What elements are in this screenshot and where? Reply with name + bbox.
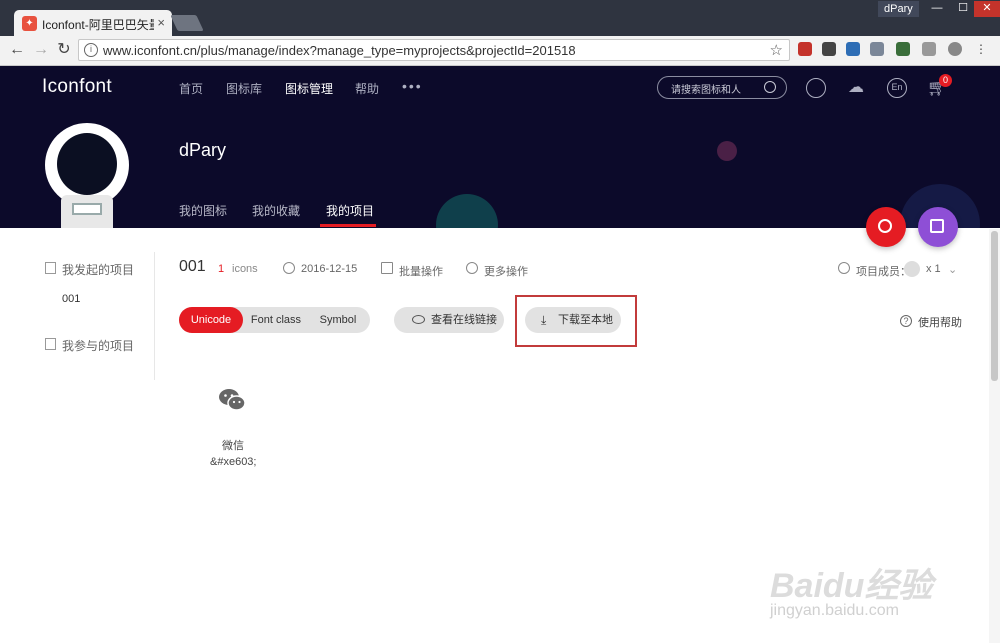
wechat-icon[interactable] [218, 386, 246, 414]
decorative-planet [717, 141, 737, 161]
tab-my-icons[interactable]: 我的图标 [179, 202, 227, 219]
new-tab-button[interactable] [170, 15, 204, 31]
browser-menu-icon[interactable]: ⋮ [974, 42, 988, 56]
nav-icon-library[interactable]: 图标库 [226, 80, 262, 97]
project-list-icon [45, 262, 56, 274]
reload-icon[interactable]: ↻ [55, 41, 73, 59]
members-count: x 1 [926, 263, 941, 275]
project-name: 001 [179, 258, 206, 275]
sidebar-divider [154, 252, 155, 380]
project-icon-count: 1 [218, 263, 225, 275]
extension-icon[interactable] [896, 42, 910, 56]
search-icon[interactable] [764, 81, 776, 93]
help-link[interactable]: 使用帮助 [918, 314, 962, 330]
eye-icon [412, 315, 425, 324]
extension-icon[interactable] [846, 42, 860, 56]
floating-new-project-button[interactable] [918, 207, 958, 247]
highlight-annotation-box [515, 295, 637, 347]
tab-title: Iconfont-阿里巴巴矢量图 [42, 18, 154, 32]
page-scrollbar[interactable] [989, 229, 1000, 643]
segment-unicode[interactable]: Unicode [179, 307, 243, 333]
project-icon-unit: icons [232, 263, 258, 275]
sidebar-started-projects[interactable]: 我发起的项目 [62, 261, 134, 278]
project-list-icon [45, 338, 56, 350]
close-icon[interactable]: ✕ [974, 1, 1000, 17]
language-switch[interactable]: En [887, 78, 907, 98]
upload-cloud-icon[interactable]: ☁ [846, 78, 866, 98]
tab-my-projects[interactable]: 我的项目 [326, 202, 374, 219]
maximize-icon[interactable]: ☐ [950, 1, 976, 17]
code-type-switch: Unicode Font class Symbol [179, 307, 370, 333]
site-search-input[interactable]: 请搜索图标和人 [657, 76, 787, 99]
tab-my-favorites[interactable]: 我的收藏 [252, 202, 300, 219]
extension-icon[interactable] [922, 42, 936, 56]
cart-count-badge: 0 [939, 74, 952, 87]
search-placeholder: 请搜索图标和人 [671, 85, 741, 96]
clock-icon [283, 262, 295, 274]
search-icon [878, 219, 892, 233]
segment-font-class[interactable]: Font class [245, 307, 307, 333]
view-online-label: 查看在线链接 [431, 314, 497, 326]
address-url[interactable]: www.iconfont.cn/plus/manage/index?manage… [103, 43, 576, 58]
bookmark-star-icon[interactable]: ☆ [770, 41, 783, 59]
extension-icon[interactable] [798, 42, 812, 56]
add-folder-icon [930, 219, 944, 233]
more-nav-icon[interactable]: ••• [402, 78, 423, 94]
extension-icon[interactable] [870, 42, 884, 56]
nav-icon-manage[interactable]: 图标管理 [285, 80, 333, 97]
watermark-text: Baidu经验 [770, 567, 933, 605]
view-online-link-button[interactable]: 查看在线链接 [394, 307, 504, 333]
avatar-body [61, 195, 113, 228]
icon-name: 微信 [222, 440, 244, 452]
more-icon [466, 262, 478, 274]
tab-close-icon[interactable]: × [157, 15, 165, 30]
site-logo[interactable]: Iconfont [42, 76, 112, 98]
watermark-url: jingyan.baidu.com [770, 602, 899, 619]
extension-icon[interactable] [948, 42, 962, 56]
batch-icon [381, 262, 393, 274]
forward-icon[interactable]: → [32, 41, 50, 59]
sidebar-joined-projects[interactable]: 我参与的项目 [62, 337, 134, 354]
help-icon: ? [900, 315, 912, 327]
more-ops-button[interactable]: 更多操作 [484, 263, 528, 279]
avatar-visor [57, 133, 117, 195]
browser-profile-badge[interactable]: dPary [878, 1, 919, 17]
extension-icon[interactable] [822, 42, 836, 56]
nav-help[interactable]: 帮助 [355, 80, 379, 97]
scrollbar-thumb[interactable] [991, 231, 998, 381]
members-label: 项目成员： [856, 266, 911, 278]
avatar-chest-panel [72, 203, 102, 215]
member-avatar[interactable] [904, 261, 920, 277]
github-icon[interactable] [806, 78, 826, 98]
icon-code: &#xe603; [210, 456, 257, 468]
minimize-icon[interactable]: — [924, 1, 950, 17]
batch-ops-button[interactable]: 批量操作 [399, 263, 443, 279]
browser-tab[interactable]: ✦ Iconfont-阿里巴巴矢量图 × [14, 10, 172, 37]
site-info-icon[interactable]: i [84, 43, 98, 57]
segment-symbol[interactable]: Symbol [309, 307, 367, 333]
back-icon[interactable]: ← [8, 41, 26, 59]
project-date: 2016-12-15 [301, 263, 358, 275]
chevron-down-icon[interactable]: ⌄ [948, 263, 957, 276]
profile-username: dPary [179, 140, 227, 160]
nav-home[interactable]: 首页 [179, 80, 203, 97]
sidebar-project-item[interactable]: 001 [62, 293, 80, 305]
decorative-planet [436, 194, 498, 228]
address-bar[interactable]: i www.iconfont.cn/plus/manage/index?mana… [78, 39, 790, 61]
site-header: Iconfont 首页 图标库 图标管理 帮助 ••• 请搜索图标和人 ☁ En… [0, 66, 1000, 228]
members-icon [838, 262, 850, 274]
browser-window: ✦ Iconfont-阿里巴巴矢量图 × dPary — ☐ ✕ ← → ↻ i… [0, 0, 1000, 66]
baidu-watermark: Baidu经验 jingyan.baidu.com [770, 540, 950, 630]
browser-titlebar: ✦ Iconfont-阿里巴巴矢量图 × dPary — ☐ ✕ [0, 0, 1000, 37]
iconfont-favicon-icon: ✦ [22, 16, 37, 31]
floating-search-button[interactable] [866, 207, 906, 247]
active-tab-indicator [320, 224, 376, 227]
